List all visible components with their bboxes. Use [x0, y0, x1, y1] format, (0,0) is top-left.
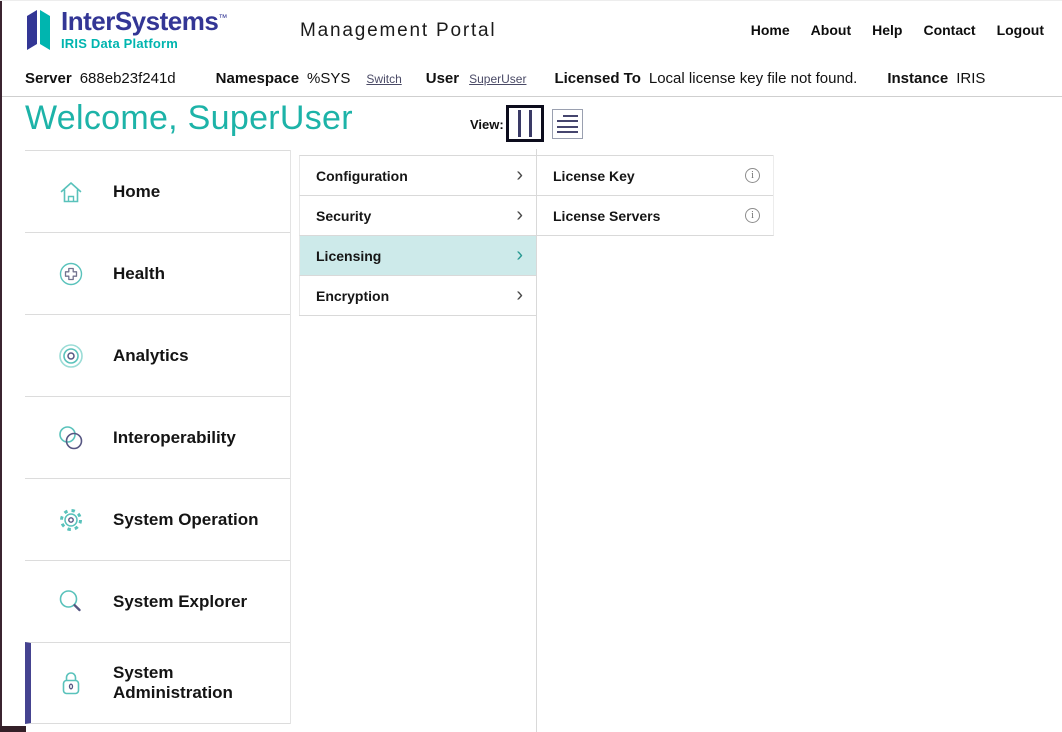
submenu-item-label: Security [316, 208, 371, 224]
instance-label: Instance [887, 70, 948, 87]
submenu-item-label: Licensing [316, 248, 381, 264]
sidebar-item-label: System Operation [113, 510, 259, 530]
chevron-right-icon: › [516, 205, 523, 225]
submenu-item-license-key[interactable]: License Key i [537, 155, 773, 195]
header: InterSystems™ IRIS Data Platform Managem… [0, 1, 1062, 61]
management-portal-page: InterSystems™ IRIS Data Platform Managem… [0, 0, 1062, 732]
gear-icon [55, 504, 87, 536]
health-cross-icon [55, 258, 87, 290]
intersystems-logo-icon [24, 8, 54, 54]
submenu-item-label: Encryption [316, 288, 389, 304]
submenu-item-encryption[interactable]: Encryption › [299, 275, 536, 315]
sidebar-item-analytics[interactable]: Analytics [25, 314, 290, 396]
instance-value: IRIS [956, 70, 985, 87]
sidebar-item-label: Home [113, 182, 160, 202]
submenu-item-label: Configuration [316, 168, 408, 184]
columns-view-icon [511, 110, 518, 137]
info-icon[interactable]: i [745, 208, 760, 223]
server-info-bar: Server 688eb23f241d Namespace %SYS Switc… [0, 61, 1062, 97]
info-icon[interactable]: i [745, 168, 760, 183]
licensed-to-label: Licensed To [554, 70, 640, 87]
sidebar-item-health[interactable]: Health [25, 232, 290, 314]
namespace-value: %SYS [307, 70, 350, 87]
sidebar-item-label: System Administration [113, 663, 290, 703]
user-link[interactable]: SuperUser [469, 72, 526, 86]
server-value: 688eb23f241d [80, 70, 176, 87]
nav-home-link[interactable]: Home [751, 22, 790, 38]
nav-logout-link[interactable]: Logout [997, 22, 1044, 38]
analytics-target-icon [55, 340, 87, 372]
user-label: User [426, 70, 459, 87]
list-view-icon [563, 115, 578, 117]
sidebar-item-label: System Explorer [113, 592, 247, 612]
magnifier-icon [55, 586, 87, 618]
submenu-item-configuration[interactable]: Configuration › [299, 155, 536, 195]
brand-subtitle: IRIS Data Platform [61, 36, 227, 51]
lock-icon [55, 667, 87, 699]
sidebar-item-system-administration[interactable]: System Administration [25, 642, 290, 724]
licensed-to-value: Local license key file not found. [649, 70, 857, 87]
nav-help-link[interactable]: Help [872, 22, 902, 38]
window-corner-artifact [0, 726, 26, 732]
columns-view-button[interactable] [506, 105, 544, 142]
linked-rings-icon [55, 422, 87, 454]
administration-submenu: Configuration › Security › Licensing › E… [299, 155, 536, 316]
chevron-right-icon: › [516, 285, 523, 305]
sidebar-item-system-operation[interactable]: System Operation [25, 478, 290, 560]
submenu-item-label: License Key [553, 168, 635, 184]
chevron-right-icon: › [516, 165, 523, 185]
sidebar-item-system-explorer[interactable]: System Explorer [25, 560, 290, 642]
submenu-item-licensing[interactable]: Licensing › [299, 235, 536, 275]
intersystems-logo: InterSystems™ IRIS Data Platform [24, 8, 227, 54]
switch-namespace-link[interactable]: Switch [366, 72, 401, 86]
sidebar-item-label: Health [113, 264, 165, 284]
sidebar-item-interoperability[interactable]: Interoperability [25, 396, 290, 478]
server-label: Server [25, 70, 72, 87]
brand-name: InterSystems™ [61, 8, 227, 35]
column-divider [536, 149, 537, 732]
list-view-button[interactable] [552, 109, 583, 139]
chevron-right-icon: › [516, 245, 523, 265]
window-edge-artifact [0, 1, 2, 732]
nav-about-link[interactable]: About [811, 22, 851, 38]
nav-contact-link[interactable]: Contact [923, 22, 975, 38]
namespace-label: Namespace [216, 70, 299, 87]
welcome-heading: Welcome, SuperUser [25, 99, 353, 138]
sidebar-item-label: Interoperability [113, 428, 236, 448]
trademark: ™ [218, 12, 227, 22]
submenu-item-security[interactable]: Security › [299, 195, 536, 235]
page-title: Management Portal [300, 20, 496, 42]
main-menu-sidebar: Home Health Analytics Interoperability [25, 150, 291, 724]
view-label: View: [470, 117, 504, 132]
licensing-submenu: License Key i License Servers i [537, 155, 774, 236]
home-icon [55, 176, 87, 208]
sidebar-item-label: Analytics [113, 346, 189, 366]
top-nav: Home About Help Contact Logout [751, 22, 1044, 38]
submenu-item-label: License Servers [553, 208, 660, 224]
sidebar-item-home[interactable]: Home [25, 150, 290, 232]
submenu-item-license-servers[interactable]: License Servers i [537, 195, 773, 235]
